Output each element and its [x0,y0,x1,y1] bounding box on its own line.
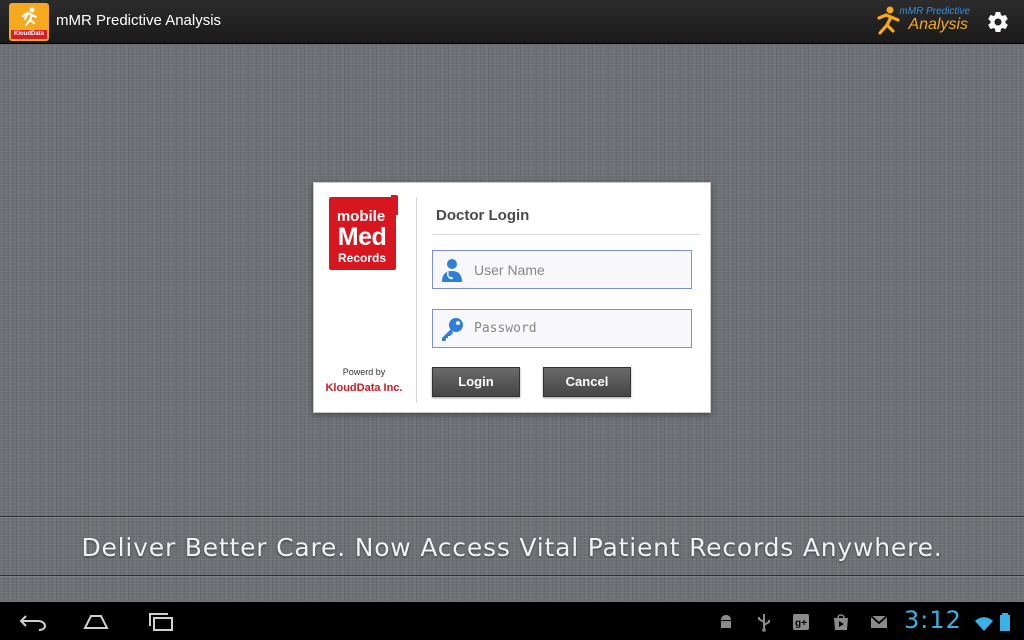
tagline-text: Deliver Better Care. Now Access Vital Pa… [81,533,943,562]
recent-apps-icon[interactable] [146,610,176,632]
system-bar: g+ 3:12 [0,602,1024,640]
title-divider [432,234,700,235]
cancel-button[interactable]: Cancel [543,367,631,397]
clock: 3:12 [904,606,962,634]
logo-line2: Med [337,223,387,251]
username-placeholder: User Name [474,262,545,278]
wifi-icon [975,617,993,631]
battery-icon [1000,613,1010,631]
home-icon[interactable] [81,610,111,632]
app-title: mMR Predictive Analysis [56,12,222,29]
header-brand-logo: mMR Predictive Analysis [876,3,972,41]
runner-icon [21,7,38,27]
logo-line3: Records [337,251,387,265]
gear-icon[interactable] [986,10,1010,34]
login-card: mobile Med Records Powerd by KloudData I… [313,182,711,413]
usb-icon [758,614,770,632]
back-icon[interactable] [18,610,48,632]
header-logo-line2: Analysis [908,16,968,33]
play-store-icon [834,614,848,630]
username-field[interactable]: User Name [432,250,692,289]
login-button[interactable]: Login [432,367,520,397]
app-icon[interactable]: KloudData [9,3,49,41]
google-plus-icon: g+ [793,614,809,630]
app-icon-brand: KloudData [11,30,47,39]
password-field[interactable]: Password [432,309,692,348]
gmail-icon [870,615,888,628]
password-placeholder: Password [474,321,537,336]
company-name: KloudData Inc. [325,382,403,394]
android-debug-icon [721,615,731,628]
login-title: Doctor Login [436,207,530,224]
doctor-user-icon [442,259,462,282]
key-icon [442,318,463,341]
mobile-med-records-logo: mobile Med Records [329,195,398,270]
powered-by-label: Powerd by [342,367,386,377]
action-bar: KloudData mMR Predictive Analysis mMR Pr… [0,0,1024,44]
svg-text:g+: g+ [795,618,807,629]
vertical-divider [416,197,417,403]
